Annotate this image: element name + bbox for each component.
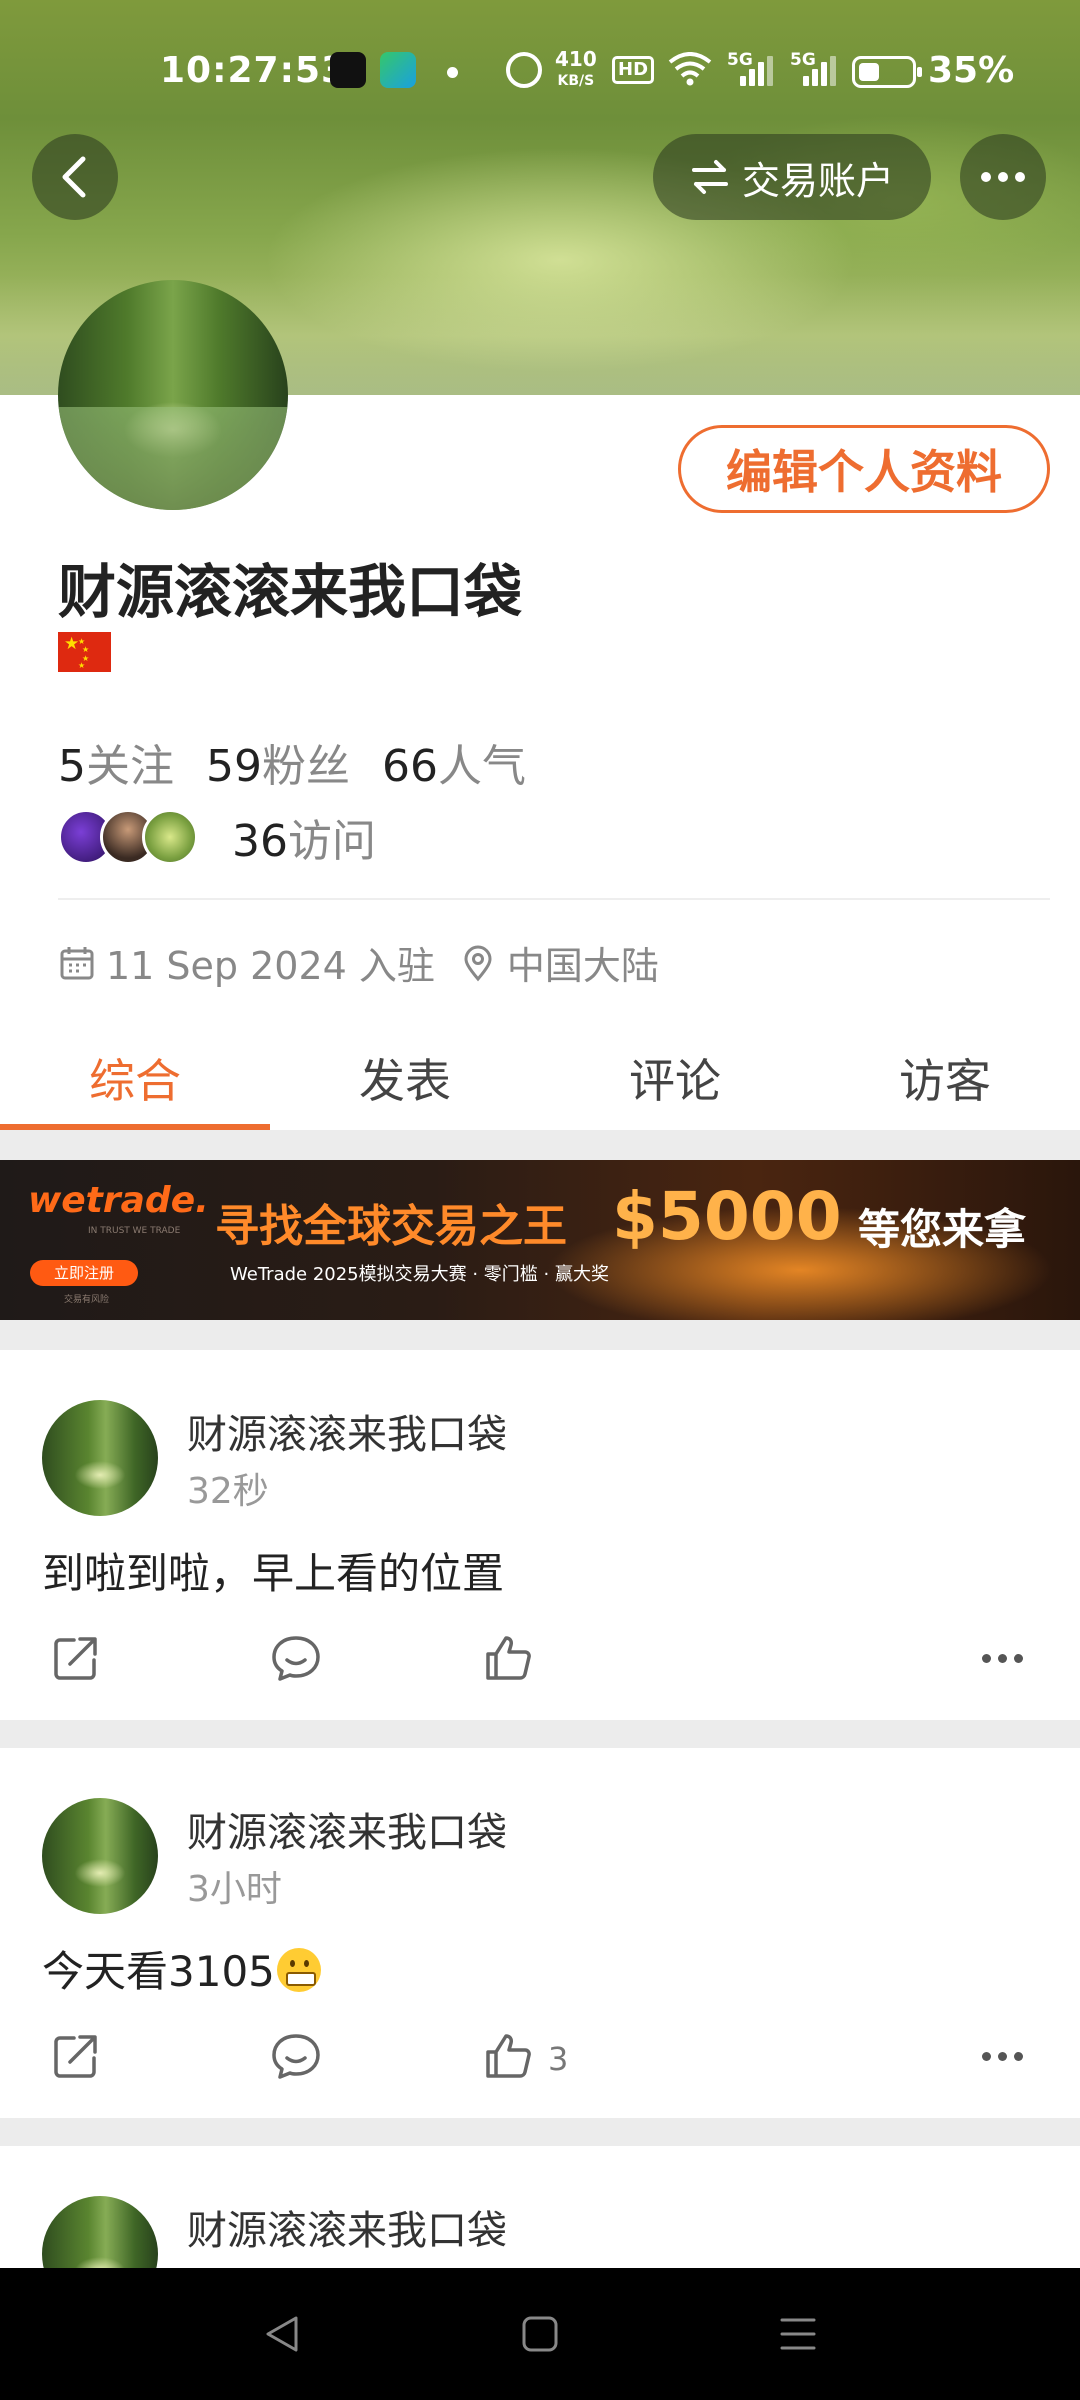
post-avatar[interactable] (42, 2196, 158, 2268)
popularity-stat: 66人气 (382, 741, 526, 792)
banner-tagline: 等您来拿 (858, 1205, 1027, 1254)
location: 中国大陆 (506, 944, 659, 988)
promo-banner[interactable]: wetrade. IN TRUST WE TRADE 立即注册 交易有风险 寻找… (0, 1160, 1080, 1320)
visitors-row[interactable]: 36访问 (58, 805, 376, 869)
post-avatar[interactable] (42, 1798, 158, 1914)
hd-voice-icon: HD (612, 56, 655, 84)
banner-amount: $5000 (612, 1178, 842, 1255)
china-flag-icon: ★ ★ ★ ★ ★ (58, 632, 111, 672)
following-stat[interactable]: 5关注 (58, 730, 174, 794)
nav-back-icon[interactable] (262, 2312, 302, 2356)
alarm-icon (506, 52, 542, 88)
post-text[interactable]: 到啦到啦，早上看的位置 (42, 1540, 504, 1601)
back-button[interactable] (32, 134, 118, 220)
post-text: 今天看3105 (42, 1947, 275, 1996)
video-app-notification-icon (380, 52, 416, 88)
tab-posts[interactable]: 发表 (270, 1035, 540, 1130)
profile-name: 财源滚滚来我口袋 (58, 558, 523, 626)
edit-profile-button[interactable]: 编辑个人资料 (678, 425, 1050, 513)
profile-tabs: 综合 发表 评论 访客 (0, 1035, 1080, 1130)
post-author[interactable]: 财源滚滚来我口袋 (187, 2198, 507, 2256)
grimace-emoji-icon (276, 1948, 321, 1992)
nav-home-icon[interactable] (520, 2312, 560, 2356)
comment-icon[interactable] (268, 1630, 324, 1686)
share-icon[interactable] (48, 1630, 104, 1686)
post-text-container[interactable]: 今天看3105 (42, 1938, 321, 1999)
visits-count: 36访问 (232, 816, 376, 867)
net-speed: 410 KB/S (555, 47, 597, 89)
app-notification-icon (330, 52, 366, 88)
banner-slogan: IN TRUST WE TRADE (88, 1226, 181, 1236)
post-author[interactable]: 财源滚滚来我口袋 (187, 1800, 507, 1858)
signal-bars-icon (740, 56, 773, 86)
post-avatar[interactable] (42, 1400, 158, 1516)
profile-stats: 5关注 59粉丝 66人气 (58, 730, 526, 794)
visitor-avatar (142, 809, 198, 865)
join-date: 11 Sep 2024 入驻 (106, 944, 435, 988)
signal-bars-2-icon (803, 56, 836, 86)
post-more-icon[interactable] (982, 1654, 1023, 1663)
like-count: 3 (548, 2040, 569, 2078)
tab-overview[interactable]: 综合 (0, 1035, 270, 1130)
calendar-icon (60, 946, 94, 979)
banner-register-button[interactable]: 立即注册 (30, 1260, 138, 1286)
followers-stat[interactable]: 59粉丝 (206, 730, 350, 794)
post-actions (0, 1630, 1080, 1690)
trading-account-button[interactable]: 交易账户 (653, 134, 931, 220)
post-time: 3小时 (187, 1869, 282, 1910)
post-more-icon[interactable] (982, 2052, 1023, 2061)
comment-icon[interactable] (268, 2028, 324, 2084)
system-nav-bar (0, 2268, 1080, 2400)
profile-avatar[interactable] (58, 280, 288, 510)
more-notifications-icon (447, 67, 458, 78)
post-actions: 3 (0, 2028, 1080, 2088)
banner-risk-note: 交易有风险 (64, 1295, 110, 1305)
battery-percent: 35% (928, 50, 1015, 91)
like-icon[interactable] (480, 2028, 536, 2084)
divider (58, 898, 1050, 900)
swap-icon (691, 160, 728, 194)
tab-visitors[interactable]: 访客 (810, 1035, 1080, 1130)
like-icon[interactable] (480, 1630, 536, 1686)
banner-subtitle: WeTrade 2025模拟交易大赛 · 零门槛 · 赢大奖 (230, 1264, 609, 1285)
banner-headline: 寻找全球交易之王 (215, 1201, 567, 1252)
back-arrow-icon (62, 156, 86, 198)
trading-account-label: 交易账户 (741, 158, 894, 203)
wifi-icon (668, 52, 712, 95)
post-author[interactable]: 财源滚滚来我口袋 (187, 1402, 507, 1460)
post-time: 32秒 (187, 1471, 269, 1512)
more-options-button[interactable] (960, 134, 1046, 220)
share-icon[interactable] (48, 2028, 104, 2084)
banner-logo: wetrade. (28, 1180, 209, 1221)
status-bar: 10:27:53 410 KB/S HD 5G 5G 35% (0, 40, 1080, 104)
tab-comments[interactable]: 评论 (540, 1035, 810, 1130)
post-card[interactable]: 财源滚滚来我口袋 3小时 今天看3105 3 (0, 1748, 1080, 2118)
post-card[interactable]: 财源滚滚来我口袋 32秒 到啦到啦，早上看的位置 (0, 1350, 1080, 1720)
nav-menu-icon[interactable] (778, 2312, 818, 2356)
location-pin-icon (464, 945, 492, 981)
profile-meta: 11 Sep 2024 入驻 中国大陆 (58, 935, 659, 990)
battery-icon (852, 56, 922, 88)
status-time: 10:27:53 (160, 50, 348, 91)
post-card[interactable]: 财源滚滚来我口袋 (0, 2146, 1080, 2268)
